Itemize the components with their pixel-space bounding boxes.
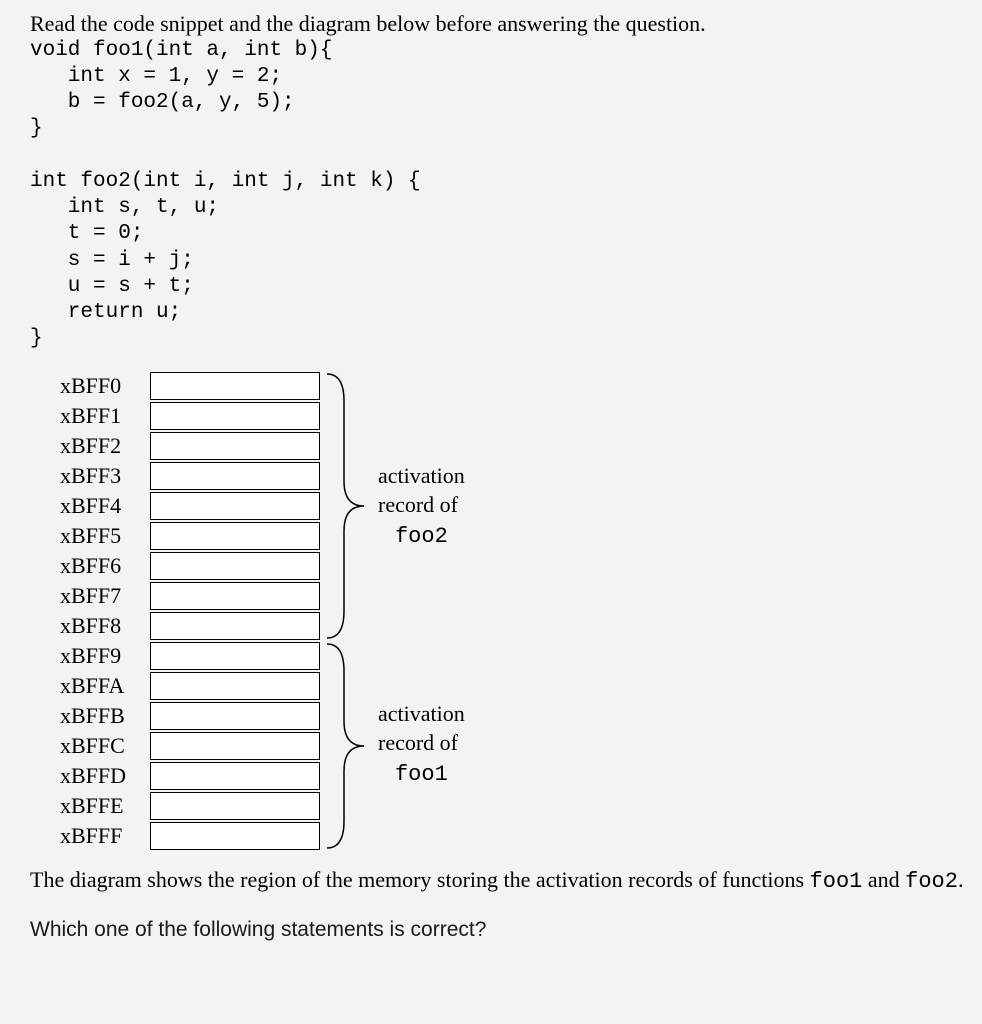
mem-row: xBFFB — [60, 701, 320, 731]
mem-cell — [150, 642, 320, 670]
mem-row: xBFF3 — [60, 461, 320, 491]
caption-text: The diagram shows the region of the memo… — [30, 867, 810, 892]
mem-address: xBFF1 — [60, 403, 150, 429]
mem-cell — [150, 822, 320, 850]
mem-cell — [150, 702, 320, 730]
diagram-caption: The diagram shows the region of the memo… — [30, 865, 964, 897]
mem-row: xBFF7 — [60, 581, 320, 611]
mem-cell — [150, 552, 320, 580]
mem-address: xBFFB — [60, 703, 150, 729]
brace-foo1-icon — [324, 641, 384, 851]
mem-cell — [150, 732, 320, 760]
mem-cell — [150, 462, 320, 490]
mem-row: xBFFD — [60, 761, 320, 791]
mem-row: xBFFF — [60, 821, 320, 851]
mem-row: xBFF8 — [60, 611, 320, 641]
label-foo2: activation record of foo2 — [378, 461, 465, 552]
mem-address: xBFF9 — [60, 643, 150, 669]
mem-address: xBFFC — [60, 733, 150, 759]
mem-row: xBFF5 — [60, 521, 320, 551]
mem-cell — [150, 492, 320, 520]
mem-row: xBFF1 — [60, 401, 320, 431]
mem-cell — [150, 792, 320, 820]
label-line: foo2 — [395, 524, 448, 549]
intro-text: Read the code snippet and the diagram be… — [30, 10, 964, 38]
mem-address: xBFF3 — [60, 463, 150, 489]
label-line: activation — [378, 699, 465, 729]
mem-address: xBFF0 — [60, 373, 150, 399]
mem-cell — [150, 582, 320, 610]
caption-text: and — [862, 867, 905, 892]
mem-row: xBFFA — [60, 671, 320, 701]
mem-cell — [150, 522, 320, 550]
mem-cell — [150, 372, 320, 400]
mem-cell — [150, 612, 320, 640]
mem-row: xBFFE — [60, 791, 320, 821]
mem-row: xBFF4 — [60, 491, 320, 521]
mem-address: xBFF8 — [60, 613, 150, 639]
caption-code: foo1 — [810, 869, 863, 894]
mem-row: xBFF0 — [60, 371, 320, 401]
mem-row: xBFF2 — [60, 431, 320, 461]
mem-cell — [150, 402, 320, 430]
mem-address: xBFFA — [60, 673, 150, 699]
mem-address: xBFF2 — [60, 433, 150, 459]
mem-row: xBFFC — [60, 731, 320, 761]
mem-address: xBFF4 — [60, 493, 150, 519]
mem-address: xBFF7 — [60, 583, 150, 609]
mem-address: xBFFD — [60, 763, 150, 789]
mem-address: xBFFE — [60, 793, 150, 819]
mem-address: xBFF5 — [60, 523, 150, 549]
memory-diagram: xBFF0 xBFF1 xBFF2 xBFF3 xBFF4 xBFF5 xBFF… — [30, 371, 964, 859]
mem-row: xBFF9 — [60, 641, 320, 671]
mem-address: xBFFF — [60, 823, 150, 849]
label-foo1: activation record of foo1 — [378, 699, 465, 790]
label-line: record of — [378, 490, 465, 520]
mem-cell — [150, 432, 320, 460]
mem-cell — [150, 672, 320, 700]
caption-code: foo2 — [905, 869, 958, 894]
mem-cell — [150, 762, 320, 790]
caption-text: . — [958, 867, 964, 892]
label-line: foo1 — [395, 762, 448, 787]
question-text: Which one of the following statements is… — [30, 918, 964, 942]
mem-row: xBFF6 — [60, 551, 320, 581]
mem-address: xBFF6 — [60, 553, 150, 579]
label-line: record of — [378, 728, 465, 758]
label-line: activation — [378, 461, 465, 491]
code-snippet: void foo1(int a, int b){ int x = 1, y = … — [30, 38, 964, 353]
brace-foo2-icon — [324, 371, 384, 641]
